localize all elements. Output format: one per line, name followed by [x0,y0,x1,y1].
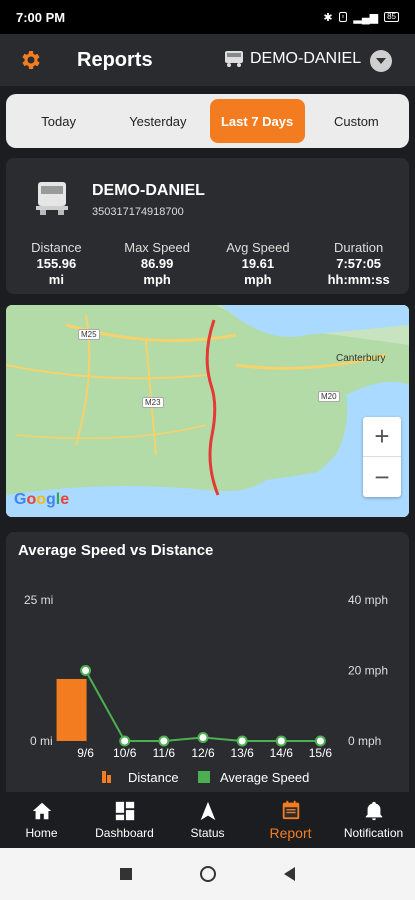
date-range-tabs: Today Yesterday Last 7 Days Custom [6,94,409,148]
stat-unit: mph [244,272,272,287]
avg-speed-point [275,735,287,747]
device-name: DEMO-DANIEL [250,50,362,67]
avg-speed-point [236,735,248,747]
left-axis-tick: 25 mi [24,593,53,607]
avg-speed-point [158,735,170,747]
x-axis-label: 10/6 [113,746,137,760]
chevron-down-icon[interactable] [370,50,392,72]
speed-distance-chart-card: Average Speed vs Distance 25 mi 0 mi 40 mp… [6,532,409,797]
nav-status[interactable]: Status [166,792,249,848]
report-icon [282,800,299,820]
signal-icon: ▂▄▆ [353,11,379,24]
stat-duration: Duration 7:57:05 hh:mm:ss [308,240,409,288]
stat-value: 86.99 [140,256,174,271]
nav-notification[interactable]: Notification [332,792,415,848]
nav-label: Report [269,825,312,841]
stat-unit: mph [143,272,171,287]
tab-today[interactable]: Today [11,99,106,143]
chart-svg: 25 mi 0 mi 40 mph 20 mph 0 mph 9/6 10/6 11/6 12/… [24,593,388,785]
truck-icon [36,182,68,215]
stat-value: 19.61 [241,256,275,271]
zoom-in-button[interactable]: + [363,417,401,457]
avg-speed-point [314,735,326,747]
x-axis-label: 15/6 [309,746,333,760]
truck-icon [225,51,243,67]
avg-speed-point [119,735,131,747]
legend-distance-swatch [102,771,106,783]
bluetooth-icon: ✱ [323,11,333,24]
legend-speed-swatch [198,771,210,783]
status-icons: ✱ ▫ ▂▄▆ 85 [323,11,399,24]
device-selector[interactable]: DEMO-DANIEL [224,50,361,68]
distance-bar [56,678,87,741]
road-label: M23 [142,397,164,408]
left-axis-tick: 0 mi [30,734,53,748]
tab-custom[interactable]: Custom [309,99,404,143]
google-logo: Google [14,491,70,508]
stat-unit: hh:mm:ss [327,272,390,287]
nav-report[interactable]: Report [249,792,332,848]
tab-last-7-days[interactable]: Last 7 Days [209,99,305,143]
stat-label: Distance [31,240,82,255]
status-time: 7:00 PM [16,9,66,25]
battery-icon: 85 [384,12,399,22]
avg-speed-point [197,731,209,743]
home-icon [32,802,51,820]
legend-speed-label: Average Speed [220,770,309,785]
route-map[interactable]: M25 M23 M20 Canterbury + − Google [6,305,409,517]
stat-label: Max Speed [124,240,190,255]
vibrate-icon: ▫ [338,12,348,22]
stat-distance: Distance 155.96 mi [6,240,107,288]
right-axis-tick: 40 mph [348,593,388,607]
stat-label: Avg Speed [226,240,290,255]
recents-button[interactable] [120,868,132,880]
nav-label: Home [25,826,58,840]
x-axis-label: 14/6 [270,746,294,760]
nav-label: Dashboard [95,826,154,840]
stat-max-speed: Max Speed 86.99 mph [107,240,208,288]
stat-avg-speed: Avg Speed 19.61 mph [208,240,309,288]
summary-card: DEMO-DANIEL 350317174918700 Distance 155… [6,158,409,294]
legend-distance-swatch [107,775,111,783]
road-label: M20 [318,391,340,402]
zoom-out-button[interactable]: − [363,457,401,497]
right-axis-tick: 20 mph [348,664,388,678]
app-header: Reports DEMO-DANIEL [0,34,415,86]
x-axis-label: 9/6 [77,746,94,760]
x-axis-label: 12/6 [191,746,215,760]
stat-label: Duration [334,240,384,255]
nav-dashboard[interactable]: Dashboard [83,792,166,848]
nav-label: Status [190,826,225,840]
x-axis-label: 11/6 [153,746,176,760]
bottom-navigation: Home Dashboard Status Report Notificatio… [0,792,415,848]
home-button[interactable] [200,866,216,882]
device-imei: 350317174918700 [92,206,184,218]
device-title: DEMO-DANIEL [92,182,205,199]
bell-icon [365,801,382,821]
stat-value: 7:57:05 [336,256,382,271]
stat-unit: mi [48,272,64,287]
avg-speed-line [84,670,321,742]
page-title: Reports [77,49,153,71]
stat-value: 155.96 [36,256,77,271]
dashboard-icon [115,801,134,821]
map-canvas[interactable] [6,305,409,517]
legend-distance-label: Distance [128,770,179,785]
stats-row: Distance 155.96 mi Max Speed 86.99 mph A… [6,240,409,288]
back-button[interactable] [284,867,295,881]
x-axis-label: 13/6 [230,746,254,760]
right-axis-tick: 0 mph [348,734,381,748]
battery-level: 85 [387,12,396,21]
zoom-control: + − [363,417,401,497]
gear-icon[interactable] [18,48,42,72]
map-place-label: Canterbury [336,353,386,364]
system-navigation [0,848,415,900]
avg-speed-point [80,665,92,676]
tab-yesterday[interactable]: Yesterday [110,99,205,143]
nav-home[interactable]: Home [0,792,83,848]
status-bar: 7:00 PM ✱ ▫ ▂▄▆ 85 [0,0,415,34]
road-label: M25 [78,329,100,340]
status-icon [200,801,215,821]
nav-label: Notification [343,826,404,840]
